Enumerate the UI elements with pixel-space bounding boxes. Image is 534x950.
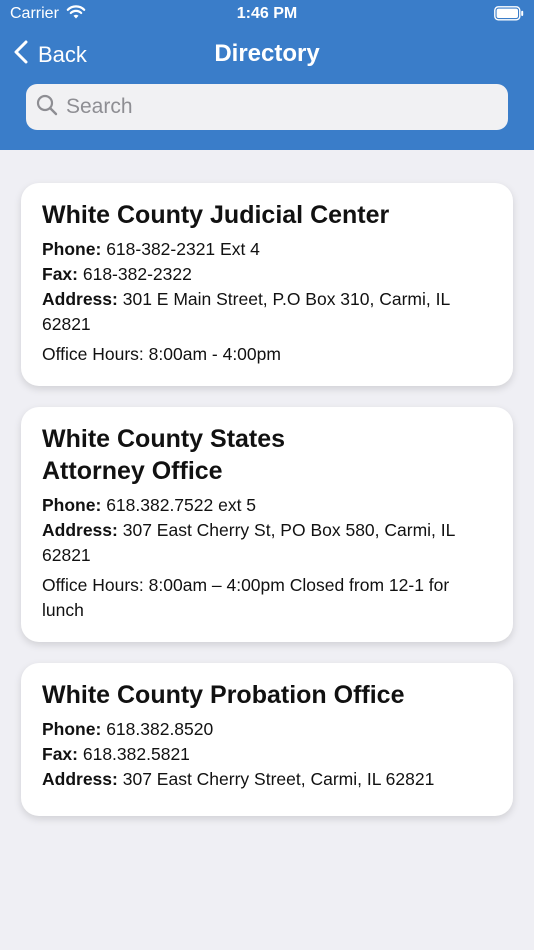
header: Carrier 1:46 PM Back Directory Search [0,0,534,150]
search-input[interactable] [66,95,486,119]
card-title: White County Probation Office [42,681,405,709]
battery-icon [494,6,524,21]
page-title: Directory [214,40,320,67]
card-fax: Fax: 618-382-2322 [42,264,192,284]
status-bar: Carrier 1:46 PM [0,0,534,28]
search-icon [36,94,58,121]
card-fax: Fax: 618.382.5821 [42,744,190,764]
card-phone: Phone: 618-382-2321 Ext 4 [42,239,260,259]
card-address: Address: 307 East Cherry St, PO Box 580,… [42,520,455,565]
card-phone: Phone: 618.382.7522 ext 5 [42,495,257,515]
search-bar[interactable] [26,84,508,130]
card-office-hours: Office Hours: 8:00am – 4:00pm Closed fro… [42,575,450,620]
card-title: White County States Attorney Office [42,425,286,485]
directory-card-probation-office[interactable]: White County Probation Office Phone: 618… [21,663,513,816]
card-phone: Phone: 618.382.8520 [42,719,214,739]
card-title: White County Judicial Center [42,201,390,229]
clock: 1:46 PM [236,5,298,22]
card-office-hours: Office Hours: 8:00am - 4:00pm [42,344,281,364]
navigation-bar: Back Directory [0,36,534,76]
card-address: Address: 307 East Cherry Street, Carmi, … [42,769,435,789]
directory-card-judicial-center[interactable]: White County Judicial Center Phone: 618-… [21,183,513,386]
card-address: Address: 301 E Main Street, P.O Box 310,… [42,289,450,334]
directory-card-states-attorney[interactable]: White County States Attorney Office Phon… [21,407,513,642]
